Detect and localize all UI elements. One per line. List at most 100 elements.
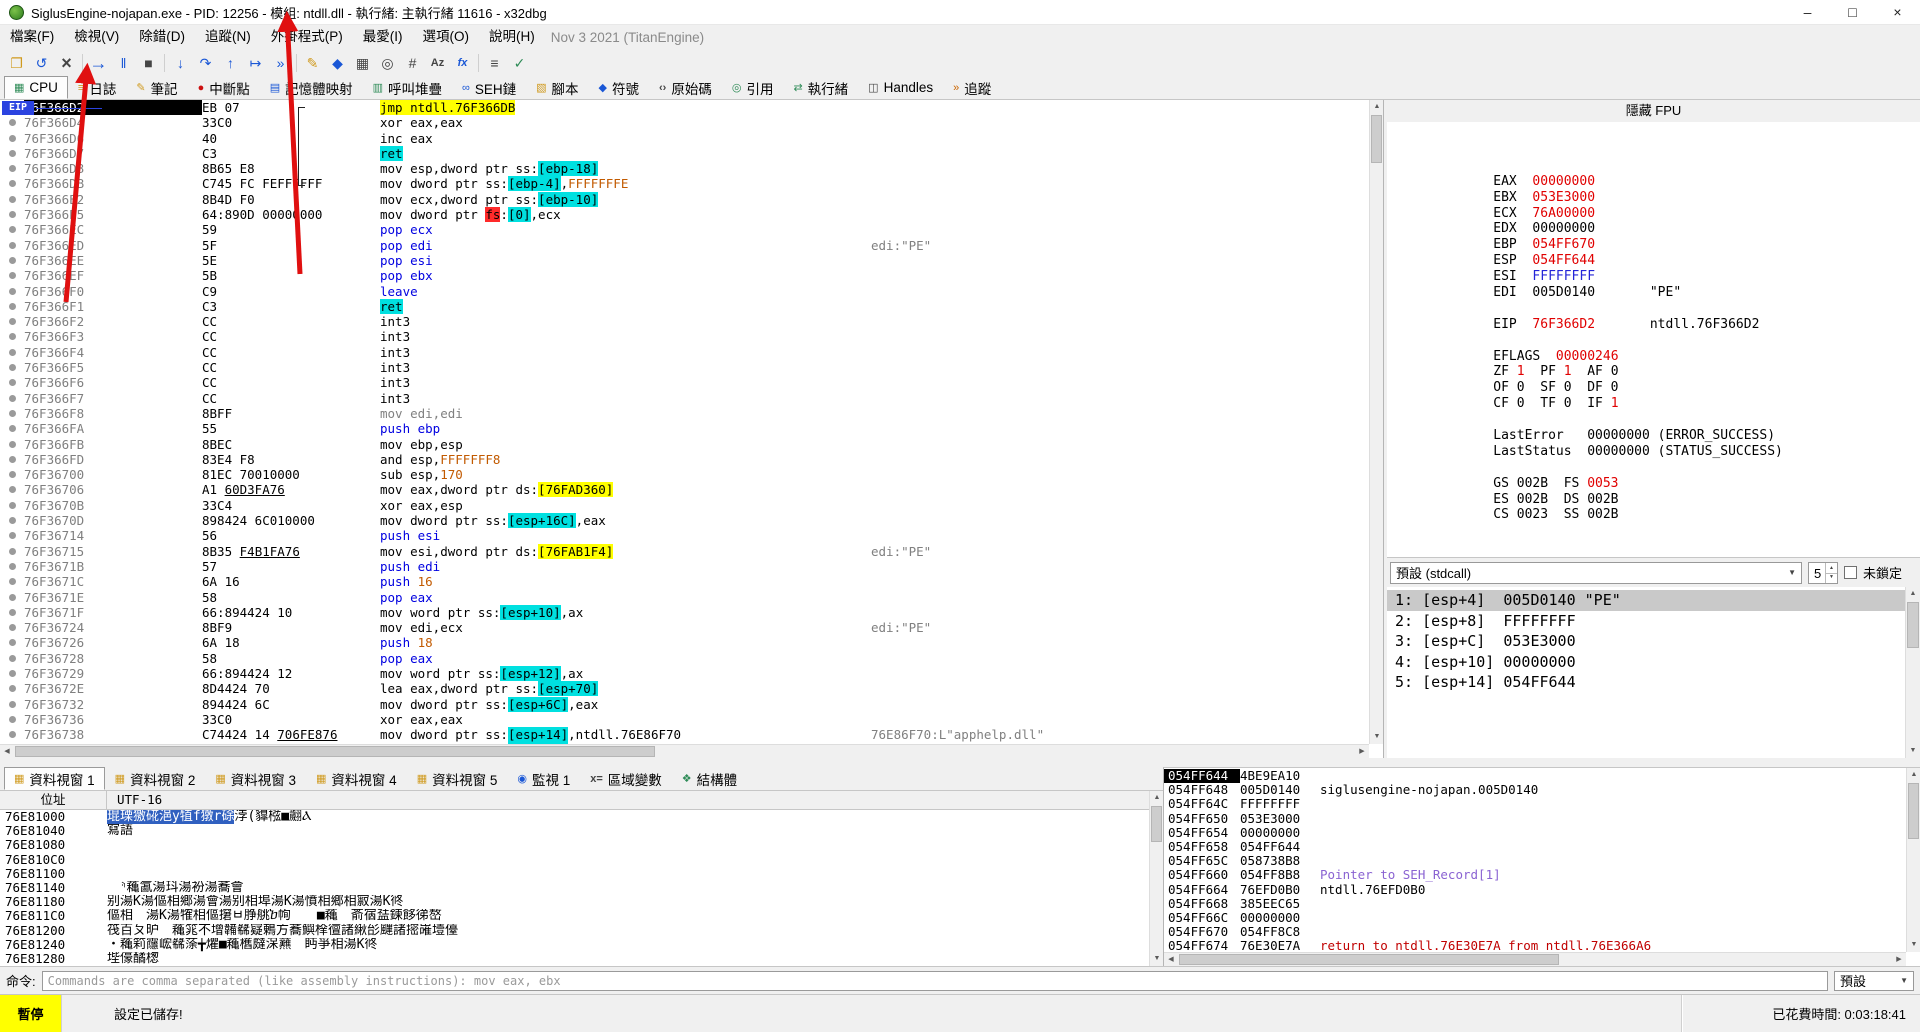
scroll-left-button[interactable]: ◀ <box>1164 953 1178 966</box>
scroll-thumb[interactable] <box>1908 783 1919 839</box>
scroll-down-button[interactable]: ▼ <box>1150 952 1163 966</box>
argument-row[interactable]: 2: [esp+8] FFFFFFFF <box>1387 611 1920 632</box>
titlebar[interactable]: SiglusEngine-nojapan.exe - PID: 12256 - … <box>0 0 1920 25</box>
tab-breakpoints[interactable]: ● 中斷點 <box>188 76 260 99</box>
disasm-row[interactable]: 76F366FD 83E4 F8 and esp,FFFFFFF8 <box>0 452 1369 467</box>
tab-call-stack[interactable]: ▥ 呼叫堆疊 <box>363 76 452 99</box>
disasm-row[interactable]: 76F3671C 6A 16 push 16 <box>0 574 1369 589</box>
tab-dump-3[interactable]: ▦ 資料視窗 3 <box>205 767 306 790</box>
stepper-down-button[interactable]: ▼ <box>1825 572 1837 583</box>
stack-row[interactable]: 054FF668 385EEC65 <box>1164 897 1906 911</box>
scroll-up-button[interactable]: ▲ <box>1906 587 1920 601</box>
menu-trace[interactable]: 追蹤(N) <box>195 25 261 49</box>
disasm-row[interactable]: 76F366F4 CC int3 <box>0 345 1369 360</box>
restart-icon[interactable]: ↺ <box>29 51 54 75</box>
disasm-row[interactable]: 76F366F7 CC int3 <box>0 391 1369 406</box>
command-input[interactable] <box>42 971 1828 991</box>
open-file-icon[interactable]: ❐ <box>4 51 29 75</box>
disasm-row[interactable]: 76F3671F 66:894424 10 mov word ptr ss:[e… <box>0 605 1369 620</box>
disasm-row[interactable]: 76F366ED 5F pop edi edi:"PE" <box>0 238 1369 253</box>
breakpoint-gutter[interactable] <box>0 391 24 406</box>
menu-file[interactable]: 檔案(F) <box>0 25 64 49</box>
menu-debug[interactable]: 除錯(D) <box>129 25 195 49</box>
disasm-row[interactable]: 76F3671B 57 push edi <box>0 559 1369 574</box>
breakpoint-gutter[interactable] <box>0 482 24 497</box>
scroll-down-button[interactable]: ▼ <box>1907 938 1920 952</box>
toolbar-separator[interactable] <box>293 51 300 75</box>
argument-row[interactable]: 1: [esp+4] 005D0140 "PE" <box>1387 590 1920 611</box>
breakpoint-gutter[interactable] <box>0 375 24 390</box>
argument-row[interactable]: 5: [esp+14] 054FF644 <box>1387 672 1920 693</box>
stack-row[interactable]: 054FF648 005D0140 siglusengine-nojapan.0… <box>1164 783 1906 797</box>
search-icon[interactable]: ◎ <box>375 51 400 75</box>
argument-row[interactable]: 4: [esp+10] 00000000 <box>1387 652 1920 673</box>
scroll-up-button[interactable]: ▲ <box>1907 768 1920 782</box>
stack-row[interactable]: 054FF644 4BE9EA10 <box>1164 769 1906 783</box>
stack-row[interactable]: 054FF660 054FF8B8 Pointer to SEH_Record[… <box>1164 868 1906 882</box>
breakpoint-gutter[interactable] <box>0 467 24 482</box>
toolbar-separator[interactable] <box>161 51 168 75</box>
disasm-row[interactable]: 76F3670B 33C4 xor eax,esp <box>0 498 1369 513</box>
breakpoint-gutter[interactable] <box>0 437 24 452</box>
disasm-row[interactable]: 76F3671E 58 pop eax <box>0 590 1369 605</box>
disasm-row[interactable]: 76F366E2 8B4D F0 mov ecx,dword ptr ss:[e… <box>0 192 1369 207</box>
tab-source[interactable]: ‹› 原始碼 <box>649 76 722 99</box>
disasm-row[interactable]: 76F36724 8BF9 mov edi,ecx edi:"PE" <box>0 620 1369 635</box>
breakpoint-gutter[interactable] <box>0 146 24 161</box>
breakpoint-gutter[interactable] <box>0 284 24 299</box>
tab-references[interactable]: ◎ 引用 <box>722 76 784 99</box>
breakpoint-gutter[interactable] <box>0 299 24 314</box>
dump-row[interactable]: 76E81240 ・蘒筣䨸峵㣈蒤╈爠■蘒欍㿹㳭䖄 眄爭相湯K㣠 <box>0 938 1149 952</box>
tab-cpu[interactable]: ▦ CPU <box>4 76 68 99</box>
tab-locals[interactable]: x= 區域變數 <box>580 767 672 790</box>
stack-row[interactable]: 054FF64C FFFFFFFF <box>1164 797 1906 811</box>
label-icon[interactable]: ◆ <box>325 51 350 75</box>
disasm-row[interactable]: 76F36729 66:894424 12 mov word ptr ss:[e… <box>0 666 1369 681</box>
run-to-user-code-icon[interactable]: ↦ <box>243 51 268 75</box>
stack-vscrollbar[interactable]: ▲ ▼ <box>1906 768 1920 952</box>
breakpoint-gutter[interactable] <box>0 406 24 421</box>
disasm-row[interactable]: 76F366F2 CC int3 <box>0 314 1369 329</box>
disasm-row[interactable]: 76F366D6 40 inc eax <box>0 131 1369 146</box>
breakpoint-gutter[interactable] <box>0 192 24 207</box>
tab-seh[interactable]: ∞ SEH鏈 <box>452 76 526 99</box>
step-out-icon[interactable]: ↑ <box>218 51 243 75</box>
breakpoint-gutter[interactable] <box>0 452 24 467</box>
breakpoint-gutter[interactable] <box>0 131 24 146</box>
argument-row[interactable]: 3: [esp+C] 053E3000 <box>1387 631 1920 652</box>
stack-row[interactable]: 054FF65C 058738B8 <box>1164 854 1906 868</box>
dump-row[interactable]: 76E81140 ⸅蘒㲶湯㺶湯衯湯蕎會 <box>0 881 1149 895</box>
stack-row[interactable]: 054FF650 053E3000 <box>1164 812 1906 826</box>
run-icon[interactable]: → <box>86 51 111 75</box>
dump-vscrollbar[interactable]: ▲ ▼ <box>1149 791 1163 966</box>
breakpoint-gutter[interactable] <box>0 207 24 222</box>
scroll-thumb[interactable] <box>15 746 655 757</box>
tab-struct[interactable]: ❖ 結構體 <box>672 767 747 790</box>
scroll-right-button[interactable]: ▶ <box>1892 953 1906 966</box>
minimize-button[interactable]: – <box>1785 0 1830 25</box>
breakpoint-gutter[interactable] <box>0 712 24 727</box>
breakpoint-gutter[interactable] <box>0 697 24 712</box>
stack-row[interactable]: 054FF66C 00000000 <box>1164 911 1906 925</box>
command-profile-select[interactable]: 預設 ▼ <box>1834 971 1914 991</box>
menu-plugins[interactable]: 外掛程式(P) <box>261 25 353 49</box>
scroll-thumb[interactable] <box>1371 115 1382 163</box>
breakpoint-gutter[interactable] <box>0 681 24 696</box>
dump-row[interactable]: 76E81280 㙄儫䤎楤 <box>0 952 1149 966</box>
register-line[interactable]: EAX 00000000 <box>1415 126 1920 142</box>
scroll-down-button[interactable]: ▼ <box>1370 730 1384 744</box>
disasm-row[interactable]: 76F366DB C745 FC FEFFFFFF mov dword ptr … <box>0 176 1369 191</box>
disasm-row[interactable]: 76F36700 81EC 70010000 sub esp,170 <box>0 467 1369 482</box>
disasm-row[interactable]: 76F3672E 8D4424 70 lea eax,dword ptr ss:… <box>0 681 1369 696</box>
disasm-row[interactable]: 76F366F6 CC int3 <box>0 375 1369 390</box>
check-icon[interactable]: ✓ <box>507 51 532 75</box>
arguments-vscrollbar[interactable]: ▲ ▼ <box>1905 587 1920 758</box>
comment-icon[interactable]: ✎ <box>300 51 325 75</box>
disasm-row[interactable]: 76F3670D 898424 6C010000 mov dword ptr s… <box>0 513 1369 528</box>
lock-checkbox[interactable] <box>1844 566 1857 579</box>
tab-dump-1[interactable]: ▦ 資料視窗 1 <box>4 767 105 790</box>
disasm-row[interactable]: 76F366F8 8BFF mov edi,edi <box>0 406 1369 421</box>
menu-view[interactable]: 檢視(V) <box>64 25 129 49</box>
close-debuggee-icon[interactable]: × <box>54 51 79 75</box>
scroll-up-button[interactable]: ▲ <box>1150 791 1163 805</box>
